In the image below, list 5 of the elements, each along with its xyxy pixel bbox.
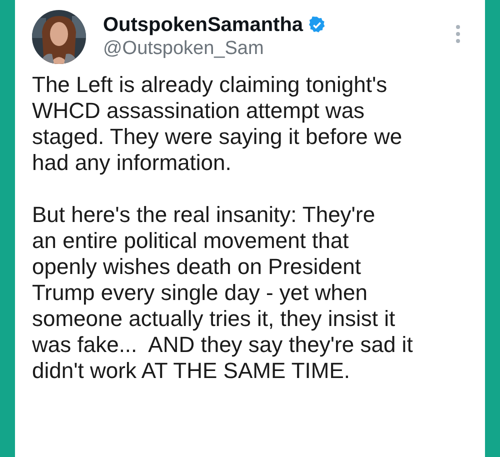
tweet-text: The Left is already claiming tonight's WHCD assassination attempt was staged. They were saying it before we had any information.	[32, 72, 402, 176]
tweet-text: But here's the real insanity: They're an entire political movement that openly wishes death on President Trump every single day - yet when someone actually tries it, they insist it was fake... AND they say they're sad it didn't work AT THE SAME TIME.	[32, 202, 413, 384]
user-handle[interactable]: @Outspoken_Sam	[103, 37, 264, 61]
more-options-icon[interactable]	[455, 24, 461, 44]
user-name[interactable]: OutspokenSamantha	[103, 13, 304, 37]
